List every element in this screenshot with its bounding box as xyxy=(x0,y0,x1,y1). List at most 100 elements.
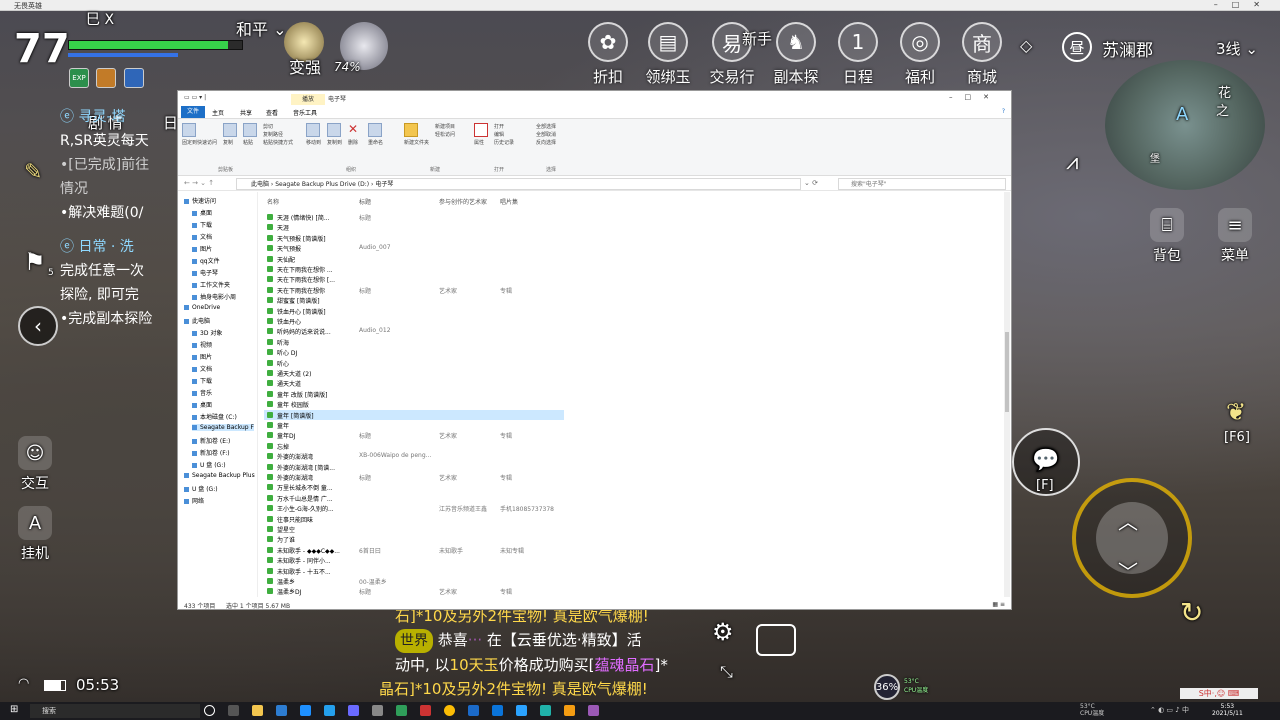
nav-item[interactable]: 此电脑 xyxy=(184,316,210,325)
column-album[interactable]: 唱片集 xyxy=(500,197,518,206)
nav-item[interactable]: Seagate Backup F xyxy=(192,424,254,431)
file-row[interactable]: 天气预报 [简谱版] xyxy=(264,233,564,243)
wing-icon[interactable]: ❦ xyxy=(1226,398,1246,426)
nav-item[interactable]: 电子琴 xyxy=(192,268,218,277)
delete-button[interactable]: ✕ 删除 xyxy=(348,123,362,146)
file-row[interactable]: 天涯 (情绪快) [简... 标题 xyxy=(264,212,564,222)
windows-start-icon[interactable]: ⊞ xyxy=(10,704,18,715)
nav-item[interactable]: 桌面 xyxy=(192,208,212,217)
nav-item[interactable]: 本地磁盘 (C:) xyxy=(192,412,237,421)
file-row[interactable]: 往事只能回味 xyxy=(264,514,564,524)
file-row[interactable]: 未知歌手 - 十五不... xyxy=(264,566,564,576)
nav-item[interactable]: 视频 xyxy=(192,340,212,349)
nav-item[interactable]: OneDrive xyxy=(184,304,220,311)
welfare-button[interactable]: ◎ 福利 xyxy=(894,22,946,87)
schedule-button[interactable]: 1 日程 xyxy=(832,22,884,87)
interact-button[interactable]: ☺ 交互 xyxy=(18,436,52,493)
new-item-button[interactable]: 新建项目 xyxy=(435,123,455,131)
move-to-button[interactable]: 移动到 xyxy=(306,123,321,146)
file-row[interactable]: 童年 [简谱版] xyxy=(264,409,564,420)
pk-mode[interactable]: 和平 ⌄ xyxy=(236,16,287,40)
file-row[interactable]: 天在下雨我在想你 标题 艺术家 专辑 xyxy=(264,285,564,295)
paste-button[interactable]: 粘贴 xyxy=(243,123,258,147)
nav-item[interactable]: 图片 xyxy=(192,352,212,361)
scrollbar-thumb[interactable] xyxy=(1005,332,1009,412)
nav-item[interactable]: 工作文件夹 xyxy=(192,280,230,289)
file-row[interactable]: 温柔乡DJ 标题 艺术家 专辑 xyxy=(264,586,564,596)
nav-item[interactable]: U 盘 (G:) xyxy=(184,484,218,493)
app-icon[interactable] xyxy=(492,705,503,716)
rename-button[interactable]: 重命名 xyxy=(368,123,383,146)
breadcrumb-item[interactable]: 电子琴 xyxy=(375,181,393,188)
app-icon[interactable] xyxy=(324,705,335,716)
app-icon[interactable] xyxy=(420,705,431,716)
cortana-icon[interactable] xyxy=(204,705,215,716)
quest-title[interactable]: ⓔ 日常 · 洗 xyxy=(60,235,190,259)
file-row[interactable]: 甜蜜蜜 [简谱版] xyxy=(264,295,564,305)
app-icon[interactable] xyxy=(564,705,575,716)
tray-icons[interactable]: ⌃ ◐ ▭ ♪ 中 xyxy=(1150,705,1189,715)
file-row[interactable]: 万水千山总是情 广... xyxy=(264,493,564,503)
quest-tracker-icon[interactable]: ✎ xyxy=(24,160,42,185)
app-icon[interactable] xyxy=(540,705,551,716)
file-row[interactable]: 铁血丹心 xyxy=(264,316,564,326)
breadcrumb-item[interactable]: Seagate Backup Plus Drive (D:) xyxy=(275,181,369,188)
app-icon[interactable] xyxy=(372,705,383,716)
nav-item[interactable]: 文档 xyxy=(192,364,212,373)
collapse-left-icon[interactable]: ‹ xyxy=(18,306,58,346)
tab-share[interactable]: 共享 xyxy=(240,108,252,117)
file-row[interactable]: 王小生-G海-久别的... 江苏音乐频道王鑫 手机18085737378 xyxy=(264,503,564,513)
column-title[interactable]: 标题 xyxy=(359,197,371,206)
file-row[interactable]: 万里长城永不倒 童... xyxy=(264,482,564,492)
window-controls[interactable]: –□✕ xyxy=(1214,0,1274,9)
jump-icon[interactable]: ↻ xyxy=(1180,596,1203,629)
expand-icon[interactable]: ⤡ xyxy=(720,662,733,682)
select-all-button[interactable]: 全部选择 xyxy=(536,123,556,131)
buff-icon[interactable] xyxy=(124,68,144,88)
new-folder-button[interactable]: 新建文件夹 xyxy=(404,123,429,146)
file-explorer-icon[interactable] xyxy=(252,705,263,716)
open-button[interactable]: 打开 xyxy=(494,123,514,131)
nav-item[interactable]: 快速访问 xyxy=(184,196,216,205)
easy-access-button[interactable]: 轻松访问 xyxy=(435,131,455,139)
quest-title[interactable]: ⓔ 寻灵-塔 xyxy=(60,105,190,129)
backpack-button[interactable]: ⌸ 背包 xyxy=(1150,208,1184,265)
file-row[interactable]: 外婆的澎湖湾 XB-006Waipo de peng... xyxy=(264,451,564,461)
tab-home[interactable]: 主页 xyxy=(212,108,224,117)
chrome-icon[interactable] xyxy=(444,705,455,716)
pin-button[interactable]: 固定到快速访问 xyxy=(182,123,217,147)
history-button[interactable]: 历史记录 xyxy=(494,139,514,147)
collapse-icon[interactable]: ◇ xyxy=(1020,36,1032,55)
minimap[interactable] xyxy=(1105,60,1265,190)
tab-view[interactable]: 查看 xyxy=(266,108,278,117)
buff-icon[interactable] xyxy=(96,68,116,88)
copy-to-button[interactable]: 复制到 xyxy=(327,123,342,146)
nav-item[interactable]: 下载 xyxy=(192,220,212,229)
menu-button[interactable]: ≡ 菜单 xyxy=(1218,208,1252,265)
app-icon[interactable] xyxy=(348,705,359,716)
view-toggle-icon[interactable]: ▦ ≡ xyxy=(992,601,1005,608)
ime-toolbar[interactable]: S中·,☺ ⌨ xyxy=(1180,688,1258,699)
copy-path-button[interactable]: 复制路径 xyxy=(263,131,293,139)
edge-icon[interactable] xyxy=(300,705,311,716)
quest-panel[interactable]: ⓔ 寻灵-塔 R,SR英灵每天 •[已完成]前往 情况 •解决难题(0/ ⓔ 日… xyxy=(60,105,190,331)
file-row[interactable]: 听海 xyxy=(264,337,564,347)
column-name[interactable]: 名称 xyxy=(267,197,279,206)
app-icon[interactable] xyxy=(468,705,479,716)
bind-jade-button[interactable]: ▤ 领绑玉 xyxy=(642,22,694,87)
file-row[interactable]: 天涯 xyxy=(264,222,564,232)
tab-music-tools[interactable]: 音乐工具 xyxy=(293,108,317,117)
file-row[interactable]: 外婆的澎湖湾 标题 艺术家 专辑 xyxy=(264,472,564,482)
nav-item[interactable]: 文档 xyxy=(192,232,212,241)
app-icon[interactable] xyxy=(588,705,599,716)
taskbar-clock[interactable]: 5:53 2021/5/11 xyxy=(1212,703,1243,717)
folder-search-input[interactable]: 搜索"电子琴" xyxy=(838,178,1006,190)
app-icon[interactable] xyxy=(396,705,407,716)
taskbar-search[interactable]: 搜索 xyxy=(30,704,200,718)
file-explorer-window[interactable]: ▭ ▭ ▾ | 播放 电子琴 –□✕ 文件 主页 共享 查看 音乐工具 ? 固定… xyxy=(177,90,1012,610)
help-icon[interactable]: ? xyxy=(1002,108,1005,115)
discount-button[interactable]: ✿ 折扣 xyxy=(582,22,634,87)
file-row[interactable]: 听心 DJ xyxy=(264,347,564,357)
auto-button[interactable]: A 挂机 xyxy=(18,506,52,563)
file-row[interactable]: 童年DJ 标题 艺术家 专辑 xyxy=(264,430,564,440)
